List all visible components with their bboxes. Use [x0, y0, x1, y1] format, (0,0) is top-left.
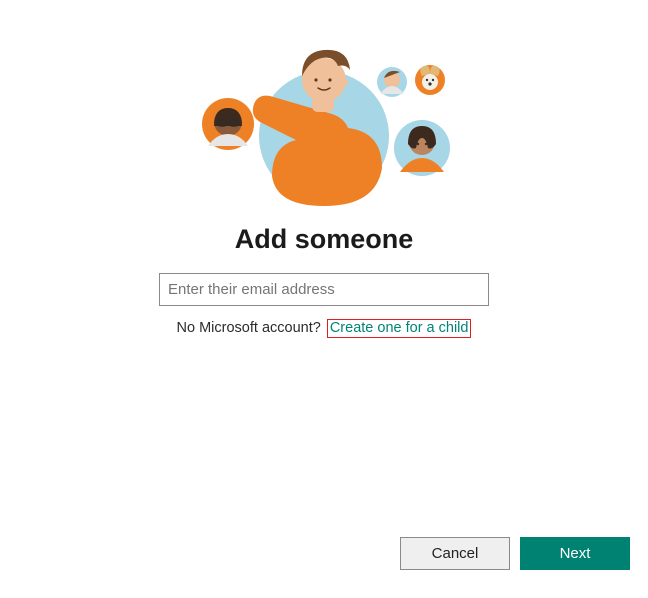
family-illustration: [174, 46, 474, 214]
next-button[interactable]: Next: [520, 537, 630, 570]
hero-illustration: [0, 0, 648, 214]
create-child-account-link[interactable]: Create one for a child: [327, 319, 472, 338]
dialog-footer: Cancel Next: [400, 537, 630, 570]
add-someone-dialog: Add someone No Microsoft account? Create…: [0, 0, 648, 598]
no-account-text: No Microsoft account?: [177, 320, 321, 336]
cancel-button[interactable]: Cancel: [400, 537, 510, 570]
no-account-row: No Microsoft account? Create one for a c…: [0, 320, 648, 336]
email-row: [0, 273, 648, 306]
email-field[interactable]: [159, 273, 489, 306]
page-title: Add someone: [0, 224, 648, 255]
